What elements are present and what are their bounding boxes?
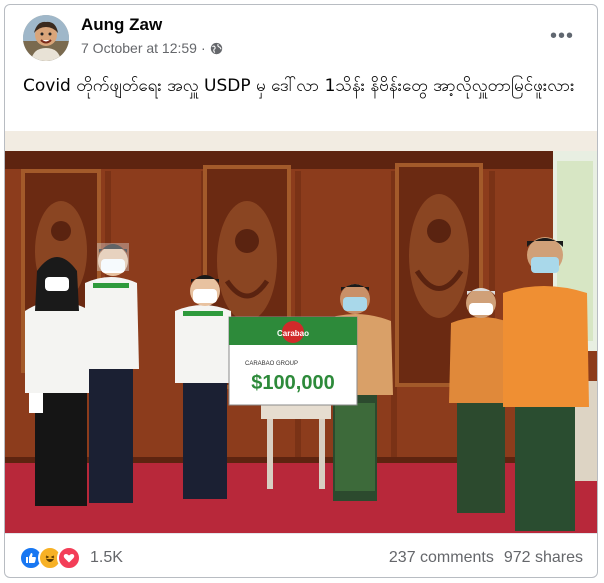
meta-separator: · xyxy=(200,40,206,56)
donation-check: Carabao CARABAO GROUP $100,000 xyxy=(228,316,358,406)
post-meta: 7 October at 12:59 · xyxy=(81,40,223,56)
more-horizontal-icon: ••• xyxy=(549,24,574,47)
post-caption: Covid တိုက်ဖျတ်ရေး အလှူ USDP မှ ဒေါ်လာ 1… xyxy=(23,76,575,96)
post-header: Aung Zaw 7 October at 12:59 · ••• xyxy=(5,5,597,69)
shares-count-link[interactable]: 972 shares xyxy=(504,549,583,567)
reactions-summary[interactable]: 1.5K xyxy=(19,546,123,570)
check-amount: $100,000 xyxy=(251,372,334,394)
globe-icon xyxy=(210,42,222,54)
avatar-image xyxy=(23,15,69,61)
person-3 xyxy=(175,275,233,499)
more-options-button[interactable]: ••• xyxy=(545,19,579,53)
love-icon xyxy=(57,546,81,570)
author-name[interactable]: Aung Zaw xyxy=(81,15,162,35)
comments-count-link[interactable]: 237 comments xyxy=(389,549,494,567)
post-footer: 1.5K 237 comments 972 shares xyxy=(5,533,597,577)
author-avatar[interactable] xyxy=(23,15,69,61)
reaction-count: 1.5K xyxy=(90,549,123,566)
person-2 xyxy=(85,243,139,503)
post-card: Aung Zaw 7 October at 12:59 · ••• Covid … xyxy=(4,4,598,578)
photo-scene: Carabao CARABAO GROUP $100,000 xyxy=(5,131,597,533)
post-timestamp[interactable]: 7 October at 12:59 xyxy=(81,40,197,56)
check-company: CARABAO GROUP xyxy=(245,361,298,367)
check-brand: Carabao xyxy=(277,329,309,338)
post-stats: 237 comments 972 shares xyxy=(389,549,583,567)
post-photo[interactable]: Carabao CARABAO GROUP $100,000 xyxy=(5,131,597,533)
